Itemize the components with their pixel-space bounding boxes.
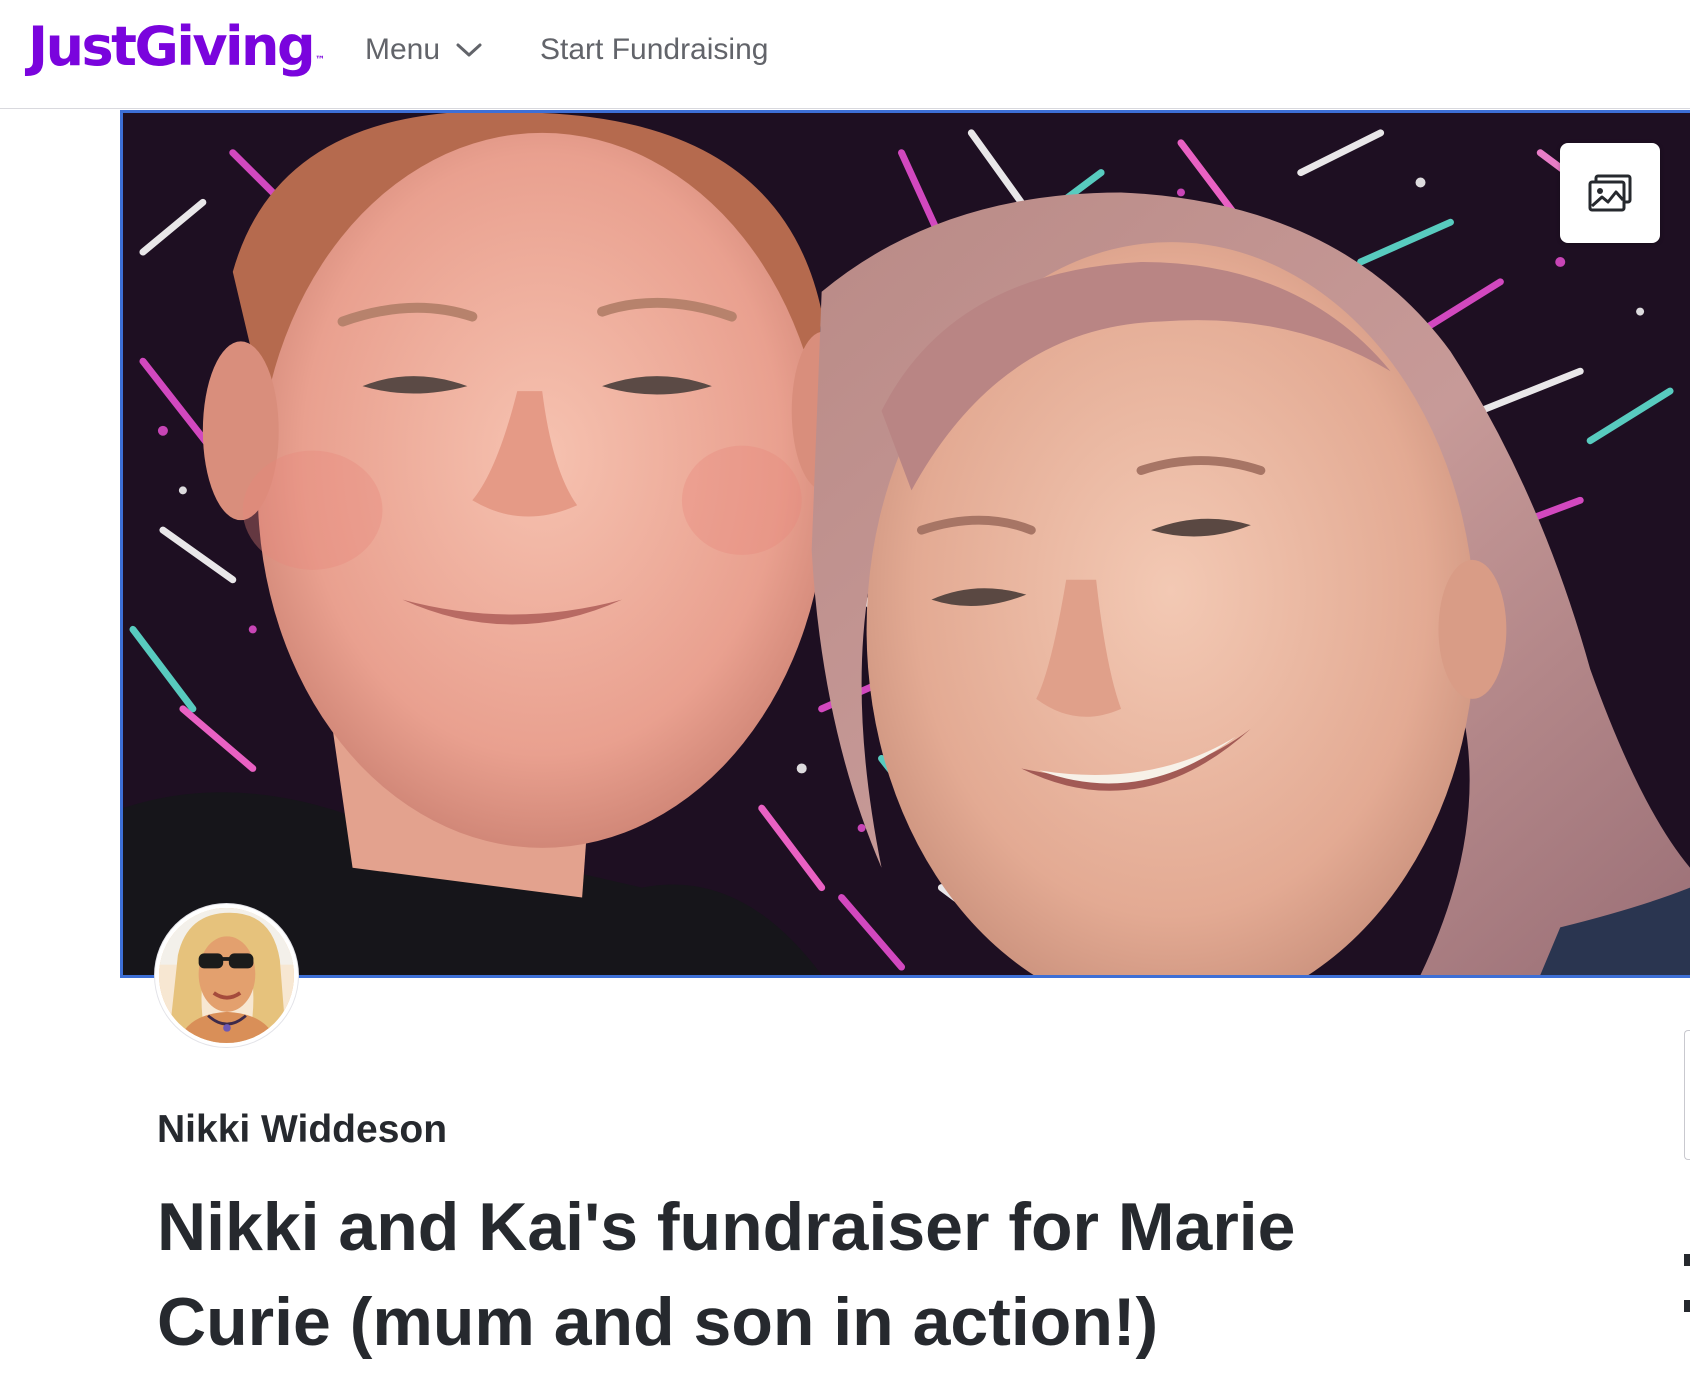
start-fundraising-link[interactable]: Start Fundraising [540,30,768,70]
cover-photo-image [123,113,1690,975]
cover-photo [120,110,1690,978]
sidebar-card-edge [1684,1030,1690,1160]
image-gallery-icon [1588,174,1632,212]
justgiving-logo[interactable]: JustGiving ™ [28,12,325,82]
fundraiser-owner-name[interactable]: Nikki Widdeson [157,1108,447,1152]
chevron-down-icon [456,43,482,57]
sidebar-text-fragment [1684,1254,1690,1266]
sidebar-text-fragment [1684,1300,1690,1312]
view-gallery-button[interactable] [1560,143,1660,243]
avatar-image [159,908,294,1043]
logo-text: JustGiving [28,15,316,78]
menu-dropdown-button[interactable]: Menu [365,30,484,70]
top-navigation-bar: JustGiving ™ Menu Start Fundraising [0,0,1690,109]
fundraiser-avatar[interactable] [155,904,298,1047]
logo-trademark: ™ [315,55,326,66]
page-title: Nikki and Kai's fundraiser for Marie Cur… [157,1189,1296,1360]
menu-label: Menu [365,33,441,66]
